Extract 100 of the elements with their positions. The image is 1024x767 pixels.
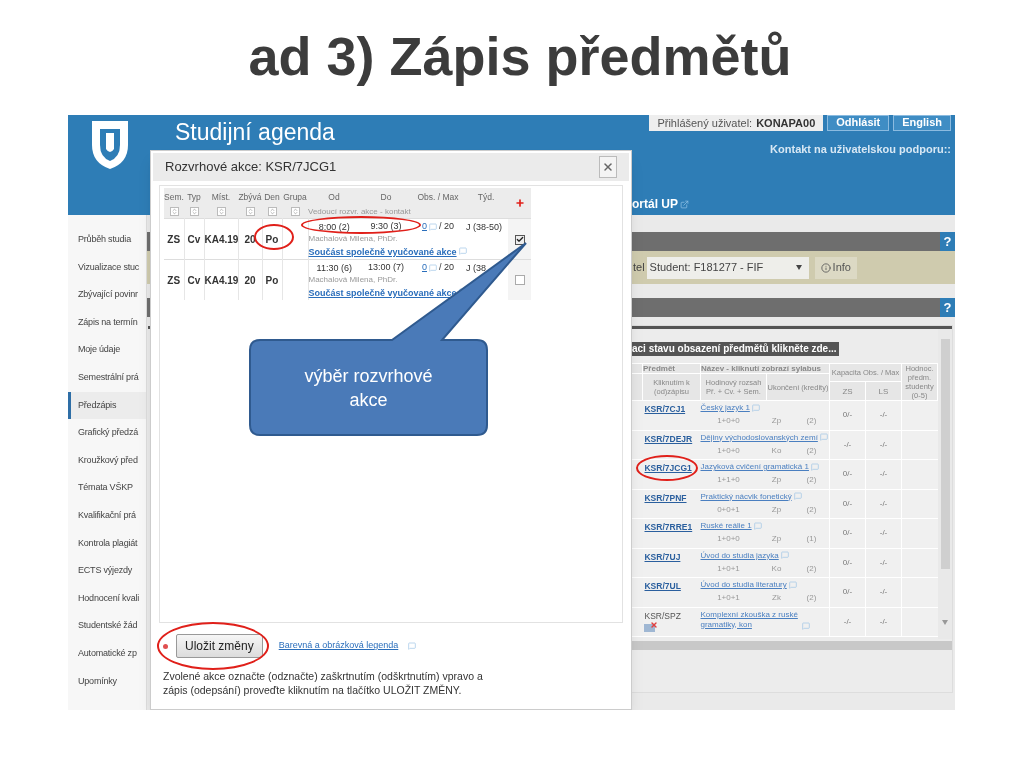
- course-name-link[interactable]: Komplexní zkouška z ruské gramatiky, kon: [700, 609, 801, 630]
- completion-text: Zp: [770, 504, 783, 515]
- table-cell: J (38-50): [466, 222, 502, 232]
- hours-text: 1+0+1: [716, 563, 741, 574]
- sidebar-item[interactable]: Hodnocení kvali: [68, 584, 146, 613]
- course-name-link[interactable]: Úvod do studia literatury: [700, 580, 787, 589]
- checkbox[interactable]: [514, 234, 525, 245]
- course-code-link[interactable]: KSR/7PNF: [644, 492, 687, 503]
- hours-text: 0+0+1: [716, 504, 741, 515]
- table-cell: Po: [265, 234, 279, 245]
- sidebar-item[interactable]: Moje údaje: [68, 336, 146, 364]
- logout-button[interactable]: Odhlásit: [827, 115, 890, 131]
- column-header: Obs. / Max: [417, 191, 459, 202]
- table-cell: 0/-: [829, 518, 866, 548]
- support-link[interactable]: Kontakt na uživatelskou podporu::: [770, 141, 951, 158]
- table-cell: -/-: [865, 607, 902, 637]
- sidebar-item[interactable]: Grafický předzá: [68, 419, 146, 447]
- table-cell: 13:00 (7): [360, 259, 412, 274]
- sidebar-item[interactable]: Zápis na termín: [68, 308, 146, 337]
- horizontal-scrollbar[interactable]: [630, 641, 952, 650]
- student-select[interactable]: Student: F181277 - FIF: [646, 256, 809, 279]
- login-info: Přihlášený uživatel: KONAPA00: [649, 115, 824, 131]
- checkbox[interactable]: [514, 275, 525, 285]
- table-cell: KA4.19: [204, 275, 239, 286]
- table-cell: 0/-: [829, 489, 866, 519]
- sidebar-item[interactable]: Kroužkový před: [68, 446, 146, 475]
- sort-icon[interactable]: [245, 206, 255, 216]
- course-code-link[interactable]: KSR/7JCG1: [644, 463, 692, 473]
- sort-icon[interactable]: [290, 206, 300, 216]
- info-icon: [820, 262, 831, 273]
- sidebar-item[interactable]: Předzápis: [68, 391, 146, 420]
- course-name-link[interactable]: Ruské reálie 1: [700, 521, 752, 530]
- save-button[interactable]: Uložit změny: [176, 634, 263, 658]
- add-icon[interactable]: [514, 198, 525, 208]
- course-name-link[interactable]: Jazyková cvičení gramatická 1: [700, 462, 809, 471]
- capacity-text: / 20: [439, 262, 454, 272]
- shield-logo-icon: [90, 119, 130, 171]
- language-button[interactable]: English: [893, 115, 951, 131]
- completion-text: Zp: [770, 534, 783, 544]
- column-header: Týd.: [477, 191, 495, 202]
- course-code-link[interactable]: KSR/7UJ: [644, 551, 681, 562]
- hours-text: 1+0+0: [716, 445, 741, 456]
- course-name-link[interactable]: Úvod do studia jazyka: [700, 550, 779, 560]
- sidebar-item[interactable]: Upomínky: [68, 667, 146, 696]
- sidebar-item[interactable]: Automatické zp: [68, 639, 146, 668]
- table-cell: -/-: [865, 489, 902, 519]
- callout-text: výběr rozvrhové akce: [303, 364, 434, 412]
- course-code-link[interactable]: KSR/7UL: [644, 581, 681, 591]
- sort-icon[interactable]: [169, 206, 179, 216]
- credits-text: (2): [805, 445, 818, 456]
- sidebar-item[interactable]: Studentské žád: [68, 612, 146, 640]
- sort-icon[interactable]: [216, 206, 226, 216]
- sidebar-item[interactable]: Vizualizace stuc: [68, 253, 146, 282]
- help-button[interactable]: ?: [940, 232, 955, 251]
- occupancy-banner-link[interactable]: aci stavu obsazení předmětů klikněte zde...: [630, 342, 839, 356]
- scroll-down-icon[interactable]: [942, 620, 948, 625]
- close-button[interactable]: [599, 156, 617, 178]
- sidebar-item[interactable]: Zbývající povinr: [68, 281, 146, 309]
- course-code-link[interactable]: KSR/7RRE1: [644, 522, 693, 532]
- occupancy-link[interactable]: 0: [422, 262, 427, 272]
- table-cell: ZS: [167, 275, 181, 286]
- sort-icon[interactable]: [189, 206, 199, 216]
- shared-course-link[interactable]: Součást společně vyučované akce: [308, 247, 457, 257]
- completion-text: Zp: [770, 475, 783, 485]
- course-name-link[interactable]: Dějiny východoslovanských zemí: [700, 432, 818, 442]
- table-cell: -/-: [865, 400, 902, 430]
- sidebar-item[interactable]: Průběh studia: [68, 226, 146, 254]
- scrollbar-thumb[interactable]: [940, 339, 950, 569]
- credits-text: (1): [805, 534, 818, 544]
- app-title: Studijní agenda: [175, 118, 335, 147]
- info-button[interactable]: Info: [814, 256, 857, 279]
- blocked-calendar-icon: [644, 623, 656, 632]
- teacher-name: Machalová Milena, PhDr.: [308, 274, 399, 285]
- course-code-link[interactable]: KSR/7CJ1: [644, 404, 686, 414]
- sidebar-item[interactable]: Semestrální prá: [68, 363, 146, 392]
- sidebar-item[interactable]: ECTS výjezdy: [68, 557, 146, 585]
- course-name-link[interactable]: Praktický nácvik fonetický: [700, 491, 792, 501]
- legend-link[interactable]: Barevná a obrázková legenda: [278, 639, 399, 653]
- sidebar-item[interactable]: Kvalifikační prá: [68, 501, 146, 530]
- table-cell: KA4.19: [204, 234, 239, 245]
- course-name-link[interactable]: Český jazyk 1: [700, 403, 750, 412]
- sidebar-item[interactable]: Kontrola plagiát: [68, 529, 146, 558]
- sort-icon[interactable]: [267, 206, 277, 216]
- occupancy-link[interactable]: 0: [422, 221, 427, 231]
- course-code-link[interactable]: KSR/7DEJR: [644, 433, 693, 444]
- table-cell: 0/-: [829, 577, 866, 607]
- help-button[interactable]: ?: [940, 298, 955, 317]
- completion-text: Zp: [770, 416, 783, 426]
- table-cell: 11:30 (6): [316, 263, 352, 273]
- table-cell: J (38: [466, 263, 486, 273]
- table-cell: ZS: [167, 234, 181, 245]
- column-header: Grupa: [283, 191, 307, 202]
- table-cell: 8:00 (2): [318, 222, 350, 232]
- credits-text: (2): [805, 475, 818, 485]
- portal-link[interactable]: ortál UP: [632, 195, 678, 213]
- completion-text: Ko: [770, 563, 783, 574]
- column-header: Název - kliknutí zobrazí sylabus: [701, 364, 822, 373]
- table-cell: 0/-: [829, 548, 866, 578]
- sidebar-item[interactable]: Témata VŠKP: [68, 474, 146, 502]
- column-header: Do: [380, 191, 392, 202]
